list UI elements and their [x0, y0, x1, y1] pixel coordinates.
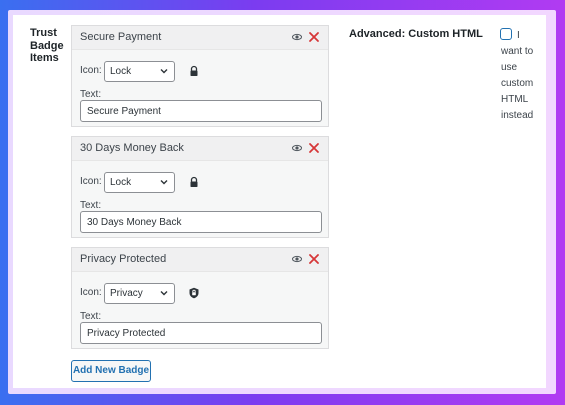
- eye-icon[interactable]: [292, 143, 302, 153]
- badge-text-input[interactable]: Privacy Protected: [80, 322, 322, 344]
- badge-title: Privacy Protected: [80, 253, 167, 265]
- badge-item: 30 Days Money Back Icon: Lock Text: 30 D…: [71, 136, 329, 238]
- icon-select[interactable]: Privacy: [104, 283, 175, 304]
- shield-lock-icon: [189, 287, 199, 299]
- icon-select-value: Lock: [110, 66, 132, 77]
- badge-header: Privacy Protected: [72, 248, 328, 272]
- badge-item: Secure Payment Icon: Lock Text: Secure P…: [71, 25, 329, 127]
- chevron-down-icon: [160, 291, 168, 296]
- badge-header: Secure Payment: [72, 26, 328, 50]
- icon-label: Icon:: [80, 287, 102, 298]
- close-icon[interactable]: [307, 141, 321, 155]
- badge-title: Secure Payment: [80, 31, 162, 43]
- text-label: Text:: [80, 89, 102, 100]
- settings-panel: Trust Badge Items Secure Payment Icon: L…: [13, 15, 546, 388]
- eye-icon[interactable]: [292, 32, 302, 42]
- icon-label: Icon:: [80, 65, 102, 76]
- close-icon[interactable]: [307, 30, 321, 44]
- chevron-down-icon: [160, 180, 168, 185]
- lock-icon: [190, 176, 198, 187]
- badge-text-input[interactable]: Secure Payment: [80, 100, 322, 122]
- eye-icon[interactable]: [292, 254, 302, 264]
- badge-item: Privacy Protected Icon: Privacy Text: Pr…: [71, 247, 329, 349]
- advanced-custom-html-label: Advanced: Custom HTML: [349, 28, 483, 40]
- icon-select[interactable]: Lock: [104, 172, 175, 193]
- icon-select-value: Lock: [110, 177, 132, 188]
- add-new-badge-button[interactable]: Add New Badge: [71, 360, 151, 382]
- icon-select[interactable]: Lock: [104, 61, 175, 82]
- custom-html-checkbox-label: I want to use custom HTML instead: [501, 30, 534, 121]
- close-icon[interactable]: [307, 252, 321, 266]
- badge-text-input[interactable]: 30 Days Money Back: [80, 211, 322, 233]
- badge-title: 30 Days Money Back: [80, 142, 184, 154]
- trust-badge-items-label: Trust Badge Items: [30, 27, 64, 64]
- icon-label: Icon:: [80, 176, 102, 187]
- icon-select-value: Privacy: [110, 288, 143, 299]
- lock-icon: [190, 65, 198, 76]
- badge-header: 30 Days Money Back: [72, 137, 328, 161]
- text-label: Text:: [80, 200, 102, 211]
- chevron-down-icon: [160, 69, 168, 74]
- text-label: Text:: [80, 311, 102, 322]
